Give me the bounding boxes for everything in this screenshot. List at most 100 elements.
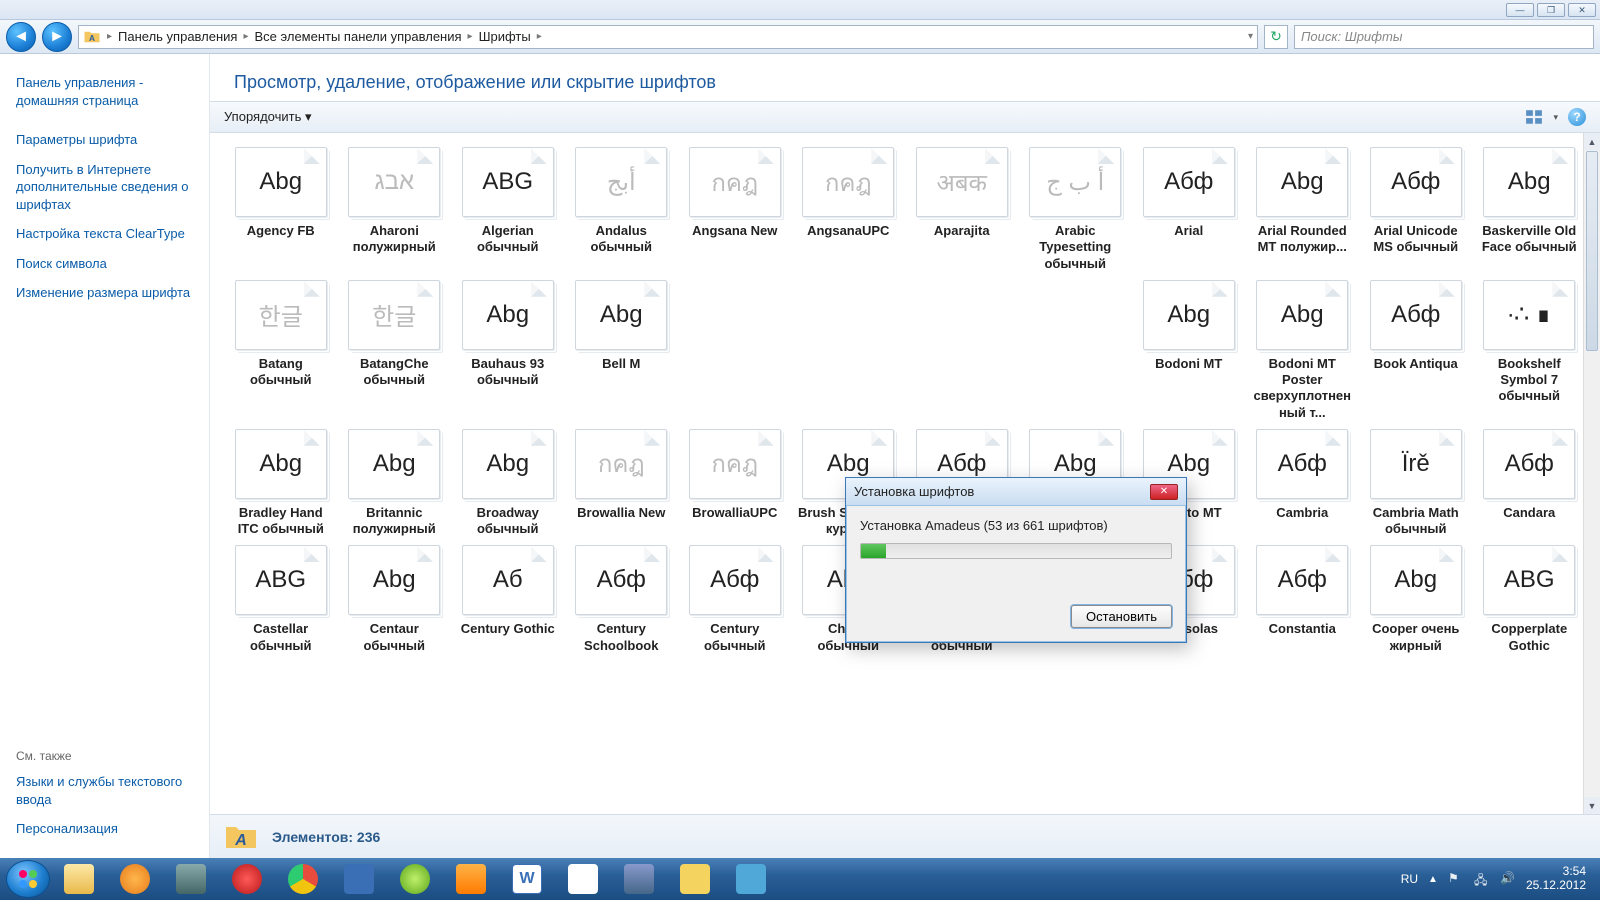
taskbar-opera-icon[interactable] <box>220 860 274 898</box>
font-item[interactable]: أ ب جArabic Typesetting обычный <box>1023 147 1129 272</box>
font-item[interactable]: AbgArial Rounded MT полужир... <box>1250 147 1356 272</box>
organize-button[interactable]: Упорядочить ▾ <box>224 109 312 125</box>
font-item[interactable]: AbgBaskerville Old Face обычный <box>1477 147 1583 272</box>
taskbar-app-icon[interactable] <box>164 860 218 898</box>
font-item[interactable]: ∙∴ ∎Bookshelf Symbol 7 обычный <box>1477 280 1583 421</box>
font-item[interactable]: АбCentury Gothic <box>455 545 561 654</box>
sidebar-link-online-info[interactable]: Получить в Интернете дополнительные свед… <box>12 155 197 220</box>
font-item[interactable]: AbgBritannic полужирный <box>342 429 448 538</box>
font-item[interactable]: אבגAharoni полужирный <box>342 147 448 272</box>
forward-button[interactable]: ► <box>42 22 72 52</box>
dialog-close-button[interactable]: ✕ <box>1150 484 1178 500</box>
font-item[interactable]: ÏrěCambria Math обычный <box>1363 429 1469 538</box>
font-item[interactable]: АбфBook Antiqua <box>1363 280 1469 421</box>
start-button[interactable] <box>6 860 50 898</box>
font-item[interactable]: АбфConstantia <box>1250 545 1356 654</box>
refresh-button[interactable]: ↻ <box>1264 25 1288 49</box>
volume-icon[interactable]: 🔊 <box>1500 871 1516 887</box>
font-item[interactable]: أبجAndalus обычный <box>569 147 675 272</box>
font-item[interactable]: АбфCentury обычный <box>682 545 788 654</box>
taskbar-app-icon[interactable] <box>388 860 442 898</box>
minimize-button[interactable]: — <box>1506 3 1534 17</box>
maximize-button[interactable]: ❐ <box>1537 3 1565 17</box>
font-thumbnail: أ ب ج <box>1029 147 1121 217</box>
font-item[interactable]: AbgCentaur обычный <box>342 545 448 654</box>
search-input[interactable]: Поиск: Шрифты <box>1294 25 1594 49</box>
font-thumbnail: Abg <box>235 147 327 217</box>
flag-icon[interactable]: ⚑ <box>1448 871 1464 887</box>
breadcrumb-item[interactable]: Панель управления <box>118 29 237 44</box>
font-item[interactable]: AbgBell M <box>569 280 675 421</box>
taskbar-paint-icon[interactable] <box>556 860 610 898</box>
font-item[interactable]: АбфCambria <box>1250 429 1356 538</box>
font-label: Bradley Hand ITC обычный <box>229 505 333 538</box>
font-item[interactable]: АбфArial Unicode MS обычный <box>1363 147 1469 272</box>
taskbar-photo-icon[interactable] <box>612 860 666 898</box>
sidebar-link-font-settings[interactable]: Параметры шрифта <box>12 125 197 155</box>
breadcrumb-item[interactable]: Шрифты <box>479 29 531 44</box>
chevron-right-icon: ▸ <box>107 31 112 42</box>
nav-bar: ◄ ► A ▸ Панель управления ▸ Все элементы… <box>0 20 1600 54</box>
font-item[interactable]: 한글BatangChe обычный <box>342 280 448 421</box>
font-thumbnail: กคฎ <box>802 147 894 217</box>
font-item[interactable]: ABGCastellar обычный <box>228 545 334 654</box>
view-options-icon[interactable] <box>1525 108 1543 126</box>
taskbar-app-icon[interactable] <box>332 860 386 898</box>
font-item[interactable]: AbgAgency FB <box>228 147 334 272</box>
font-item[interactable]: АбфArial <box>1136 147 1242 272</box>
font-item[interactable]: АбфCandara <box>1477 429 1583 538</box>
close-button[interactable]: ✕ <box>1568 3 1596 17</box>
font-thumbnail: Abg <box>1370 545 1462 615</box>
font-label: Algerian обычный <box>456 223 560 256</box>
dropdown-icon[interactable]: ▾ <box>1248 31 1253 42</box>
font-item[interactable]: АбфCentury Schoolbook <box>569 545 675 654</box>
dropdown-icon[interactable]: ▾ <box>1553 112 1558 123</box>
scroll-down-icon[interactable]: ▼ <box>1584 797 1600 814</box>
font-item[interactable]: अबकAparajita <box>909 147 1015 272</box>
font-thumbnail: กคฎ <box>689 147 781 217</box>
dialog-titlebar[interactable]: Установка шрифтов ✕ <box>846 478 1186 506</box>
language-indicator[interactable]: RU <box>1401 872 1418 886</box>
scrollbar-thumb[interactable] <box>1586 151 1598 351</box>
scroll-up-icon[interactable]: ▲ <box>1584 133 1600 150</box>
font-item[interactable]: 한글Batang обычный <box>228 280 334 421</box>
clock[interactable]: 3:54 25.12.2012 <box>1526 865 1586 893</box>
taskbar-app-icon[interactable] <box>724 860 778 898</box>
network-icon[interactable]: 🖧 <box>1474 871 1490 887</box>
breadcrumb-item[interactable]: Все элементы панели управления <box>255 29 462 44</box>
font-thumbnail: ABG <box>462 147 554 217</box>
font-item[interactable]: กคฎAngsanaUPC <box>796 147 902 272</box>
font-item[interactable]: กคฎAngsana New <box>682 147 788 272</box>
taskbar-chrome-icon[interactable] <box>276 860 330 898</box>
address-bar[interactable]: A ▸ Панель управления ▸ Все элементы пан… <box>78 25 1258 49</box>
font-item[interactable]: AbgBodoni MT Poster сверхуплотненный т..… <box>1250 280 1356 421</box>
sidebar-link-personalization[interactable]: Персонализация <box>12 814 197 844</box>
tray-up-icon[interactable]: ▲ <box>1428 874 1438 885</box>
vertical-scrollbar[interactable]: ▲ ▼ <box>1583 133 1600 814</box>
font-item[interactable]: ABGCopperplate Gothic <box>1477 545 1583 654</box>
sidebar-link-font-size[interactable]: Изменение размера шрифта <box>12 278 197 308</box>
stop-button[interactable]: Остановить <box>1071 605 1172 628</box>
font-item[interactable]: AbgBauhaus 93 обычный <box>455 280 561 421</box>
sidebar-link-home[interactable]: Панель управления - домашняя страница <box>12 68 197 115</box>
back-button[interactable]: ◄ <box>6 22 36 52</box>
taskbar-app-icon[interactable] <box>444 860 498 898</box>
font-thumbnail: Абф <box>1143 147 1235 217</box>
taskbar-word-icon[interactable]: W <box>500 860 554 898</box>
sidebar-link-cleartype[interactable]: Настройка текста ClearType <box>12 219 197 249</box>
font-item[interactable]: AbgBodoni MT <box>1136 280 1242 421</box>
font-item[interactable]: AbgBradley Hand ITC обычный <box>228 429 334 538</box>
font-item[interactable]: กคฎBrowallia New <box>569 429 675 538</box>
font-item[interactable]: AbgBroadway обычный <box>455 429 561 538</box>
font-item[interactable]: ABG Algerian обычный <box>455 147 561 272</box>
taskbar-app-icon[interactable] <box>668 860 722 898</box>
font-item[interactable]: AbgCooper очень жирный <box>1363 545 1469 654</box>
help-icon[interactable]: ? <box>1568 108 1586 126</box>
toolbar: Упорядочить ▾ ▾ ? <box>210 101 1600 133</box>
font-item[interactable]: กคฎBrowalliaUPC <box>682 429 788 538</box>
taskbar-media-player-icon[interactable] <box>108 860 162 898</box>
taskbar-explorer-icon[interactable] <box>52 860 106 898</box>
sidebar-link-find-char[interactable]: Поиск символа <box>12 249 197 279</box>
dialog-message: Установка Amadeus (53 из 661 шрифтов) <box>860 518 1172 533</box>
sidebar-link-text-services[interactable]: Языки и службы текстового ввода <box>12 767 197 814</box>
